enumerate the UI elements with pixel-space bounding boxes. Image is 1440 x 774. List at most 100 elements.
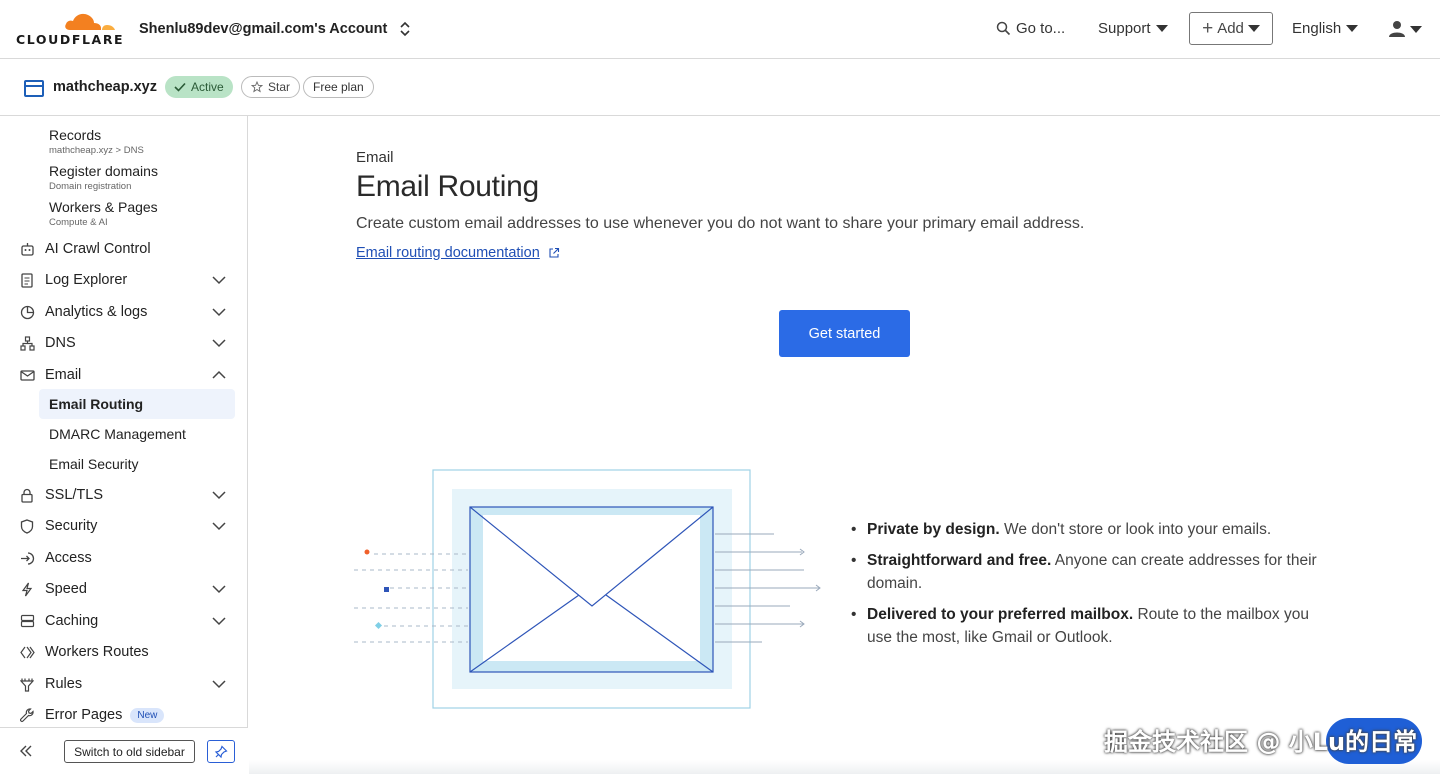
recent-item-sub: Domain registration	[49, 181, 132, 192]
recent-item-title: Workers & Pages	[49, 199, 158, 215]
shield-icon	[18, 517, 36, 535]
logo-wordmark: CLOUDFLARE	[16, 32, 125, 47]
search-icon	[996, 21, 1011, 36]
sidebar-subitem-email-routing[interactable]: Email Routing	[39, 389, 235, 419]
add-label: Add	[1217, 20, 1244, 37]
zone-name[interactable]: mathcheap.xyz	[53, 79, 157, 95]
recent-item-register-domains[interactable]: Register domains Domain registration	[49, 163, 158, 192]
sidebar-item-label: Log Explorer	[45, 272, 128, 288]
breadcrumb: Email	[356, 149, 394, 166]
recent-item-sub: Compute & AI	[49, 217, 108, 228]
watermark: 掘金技术社区 @ 小Lu的日常	[1104, 728, 1418, 756]
sidebar-item-analytics-logs[interactable]: Analytics & logs	[18, 300, 232, 324]
sidebar-item-label: Error Pages	[45, 707, 123, 723]
caret-down-icon	[1247, 25, 1260, 32]
new-badge: New	[130, 707, 165, 723]
caret-down-icon	[1410, 25, 1422, 33]
page-title: Email Routing	[356, 170, 539, 203]
recent-item-records[interactable]: Records mathcheap.xyz > DNS	[49, 127, 144, 156]
status-badge: Active	[165, 76, 233, 98]
chevron-down-icon	[212, 339, 226, 348]
goto-label: Go to...	[1016, 20, 1066, 37]
account-switcher[interactable]: Shenlu89dev@gmail.com's Account	[139, 20, 411, 38]
feature-title: Private by design.	[867, 521, 1000, 538]
pin-icon	[214, 744, 228, 758]
pie-chart-icon	[18, 303, 36, 321]
chevron-down-icon	[212, 276, 226, 285]
sidebar-subitem-dmarc-management[interactable]: DMARC Management	[39, 419, 235, 449]
zone-bar: mathcheap.xyz Active Star Free plan	[0, 59, 1440, 116]
sidebar-item-label: Workers Routes	[45, 644, 149, 660]
sign-in-icon	[18, 549, 36, 567]
sidebar-item-log-explorer[interactable]: Log Explorer	[18, 268, 232, 292]
recent-item-title: Register domains	[49, 163, 158, 179]
sidebar-item-label: DNS	[45, 335, 76, 351]
recent-item-title: Records	[49, 127, 102, 143]
sidebar-item-email[interactable]: Email	[18, 363, 232, 387]
get-started-button[interactable]: Get started	[779, 310, 910, 357]
documentation-link-label: Email routing documentation	[356, 245, 540, 261]
account-name: Shenlu89dev@gmail.com's Account	[139, 21, 388, 37]
support-label: Support	[1098, 20, 1151, 37]
feature-title: Straightforward and free.	[867, 552, 1052, 569]
feature-list: Private by design. We don't store or loo…	[851, 518, 1331, 657]
cloudflare-logo[interactable]: CLOUDFLARE	[16, 8, 123, 48]
goto-search[interactable]: Go to...	[996, 20, 1065, 37]
sidebar-item-label: Caching	[45, 613, 99, 629]
page-description: Create custom email addresses to use whe…	[356, 215, 1085, 232]
sidebar-item-label: Analytics & logs	[45, 304, 148, 320]
sidebar-item-label: Access	[45, 550, 92, 566]
feature-text: We don't store or look into your emails.	[999, 521, 1272, 538]
recent-item-sub: mathcheap.xyz > DNS	[49, 145, 144, 156]
sidebar-item-ai-crawl-control[interactable]: AI Crawl Control	[18, 237, 232, 261]
sidebar-item-access[interactable]: Access	[18, 546, 232, 570]
sidebar-item-label: Speed	[45, 581, 87, 597]
star-icon	[251, 81, 263, 93]
sidebar-item-error-pages[interactable]: Error Pages New	[18, 703, 232, 727]
check-icon	[174, 82, 186, 92]
switch-old-sidebar-button[interactable]: Switch to old sidebar	[64, 740, 195, 763]
sidebar-item-speed[interactable]: Speed	[18, 577, 232, 601]
main-content: Email Email Routing Create custom email …	[249, 116, 1440, 774]
sidebar-item-ssl-tls[interactable]: SSL/TLS	[18, 483, 232, 507]
sidebar-item-label: AI Crawl Control	[45, 241, 151, 257]
collapse-sidebar-icon[interactable]	[18, 742, 34, 763]
chevron-down-icon	[212, 617, 226, 626]
bottom-fade	[249, 760, 1440, 774]
sidebar-item-workers-routes[interactable]: Workers Routes	[18, 640, 232, 664]
sidebar-item-label: SSL/TLS	[45, 487, 104, 503]
plan-badge[interactable]: Free plan	[303, 76, 374, 98]
robot-icon	[18, 240, 36, 258]
chevron-up-icon	[212, 370, 226, 379]
documentation-link[interactable]: Email routing documentation	[356, 245, 560, 261]
document-icon	[18, 271, 36, 289]
user-menu[interactable]	[1388, 20, 1422, 38]
sidebar-footer: Switch to old sidebar	[0, 727, 248, 774]
feature-item: Straightforward and free. Anyone can cre…	[851, 549, 1331, 595]
support-menu[interactable]: Support	[1098, 20, 1168, 37]
network-icon	[18, 334, 36, 352]
sidebar-subitem-email-security[interactable]: Email Security	[39, 449, 235, 479]
chevron-down-icon	[212, 522, 226, 531]
pin-sidebar-button[interactable]	[207, 740, 235, 763]
lightning-icon	[18, 580, 36, 598]
caret-down-icon	[1155, 25, 1168, 32]
sidebar-item-dns[interactable]: DNS	[18, 331, 232, 355]
caret-down-icon	[1346, 25, 1359, 32]
chevron-down-icon	[212, 491, 226, 500]
sidebar-item-label: Security	[45, 518, 98, 534]
language-menu[interactable]: English	[1292, 20, 1359, 37]
top-header: CLOUDFLARE Shenlu89dev@gmail.com's Accou…	[0, 0, 1440, 59]
sidebar-item-security[interactable]: Security	[18, 514, 232, 538]
chevron-down-icon	[212, 585, 226, 594]
recent-item-workers-pages[interactable]: Workers & Pages Compute & AI	[49, 199, 158, 228]
funnel-icon	[18, 675, 36, 693]
wrench-icon	[18, 706, 36, 724]
sidebar-item-rules[interactable]: Rules	[18, 672, 232, 696]
add-button[interactable]: + Add	[1189, 12, 1273, 45]
sidebar-item-caching[interactable]: Caching	[18, 609, 232, 633]
plus-icon: +	[1202, 18, 1214, 39]
star-button[interactable]: Star	[241, 76, 301, 98]
feature-item: Delivered to your preferred mailbox. Rou…	[851, 603, 1331, 649]
user-icon	[1389, 21, 1405, 37]
